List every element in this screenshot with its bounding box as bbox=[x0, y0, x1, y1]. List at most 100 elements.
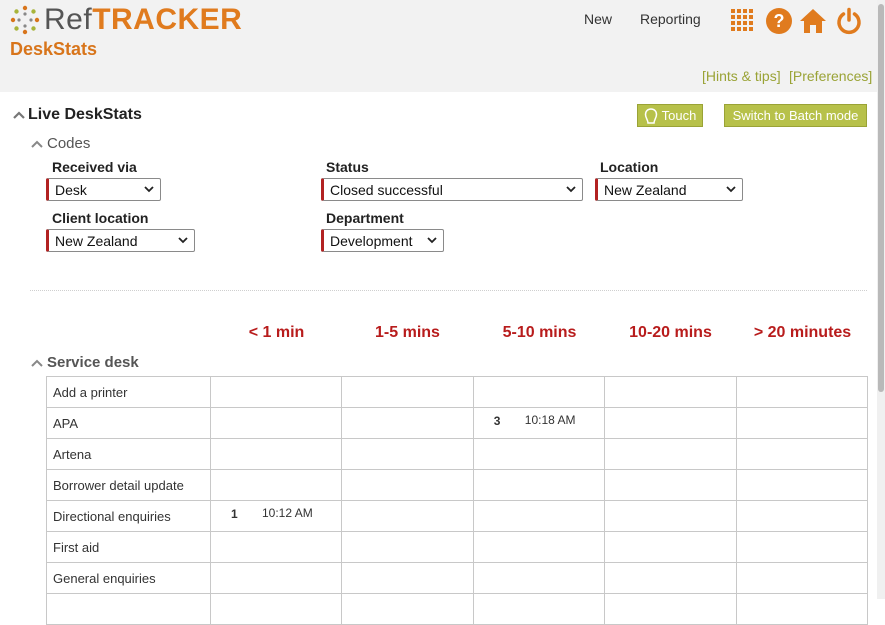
tally-cell[interactable]: 1 10:12 AM bbox=[209, 500, 343, 532]
preferences-link[interactable]: [Preferences] bbox=[789, 68, 872, 84]
service-desk-title: Service desk bbox=[47, 354, 139, 371]
tally-cell[interactable] bbox=[472, 469, 606, 501]
row-label: First aid bbox=[46, 531, 211, 563]
nav-new-link[interactable]: New bbox=[584, 11, 612, 27]
tally-cell[interactable] bbox=[735, 562, 868, 594]
status-label: Status bbox=[326, 159, 369, 175]
tally-cell[interactable] bbox=[735, 593, 868, 625]
tally-cell[interactable] bbox=[472, 562, 606, 594]
tally-cell[interactable] bbox=[341, 500, 474, 532]
chevron-down-icon bbox=[144, 186, 154, 193]
live-deskstats-heading[interactable]: Live DeskStats bbox=[12, 106, 142, 124]
time-header-gt20: > 20 minutes bbox=[753, 324, 852, 341]
tally-cell[interactable] bbox=[735, 500, 868, 532]
tally-cell[interactable] bbox=[341, 562, 474, 594]
tally-cell[interactable] bbox=[604, 593, 737, 625]
location-select[interactable]: New Zealand bbox=[595, 178, 743, 201]
tally-cell[interactable] bbox=[209, 593, 343, 625]
row-label: General enquiries bbox=[46, 562, 211, 594]
department-select[interactable]: Development bbox=[321, 229, 444, 252]
client-location-select[interactable]: New Zealand bbox=[46, 229, 195, 252]
logo-ref-text: Ref bbox=[44, 3, 93, 36]
chevron-down-icon bbox=[427, 237, 437, 244]
live-deskstats-title: Live DeskStats bbox=[28, 106, 142, 123]
received-via-value: Desk bbox=[55, 181, 87, 198]
table-row: APA 3 10:18 AM bbox=[46, 407, 868, 439]
tally-cell[interactable] bbox=[735, 469, 868, 501]
tally-cell[interactable] bbox=[209, 469, 343, 501]
chevron-up-icon bbox=[31, 140, 43, 148]
status-select[interactable]: Closed successful bbox=[321, 178, 583, 201]
tally-cell[interactable] bbox=[341, 407, 474, 439]
page-scrollbar[interactable] bbox=[877, 0, 885, 599]
table-row: Artena bbox=[46, 438, 868, 470]
app-header: RefTRACKER DeskStats New Reporting ? [Hi… bbox=[0, 0, 885, 92]
power-icon[interactable] bbox=[834, 6, 864, 36]
row-label bbox=[46, 593, 211, 625]
home-icon[interactable] bbox=[798, 6, 828, 36]
row-label: Artena bbox=[46, 438, 211, 470]
tally-cell[interactable] bbox=[735, 531, 868, 563]
table-row: Directional enquiries 1 10:12 AM bbox=[46, 500, 868, 532]
tally-cell[interactable] bbox=[209, 562, 343, 594]
tally-cell[interactable] bbox=[341, 469, 474, 501]
chevron-down-icon bbox=[566, 186, 576, 193]
codes-title: Codes bbox=[47, 135, 91, 152]
tally-cell[interactable] bbox=[604, 407, 737, 439]
received-via-select[interactable]: Desk bbox=[46, 178, 161, 201]
touch-button[interactable]: Touch bbox=[637, 104, 703, 127]
reftracker-logo[interactable]: RefTRACKER bbox=[10, 4, 242, 36]
tally-cell[interactable] bbox=[209, 438, 343, 470]
tally-time: 10:12 AM bbox=[262, 506, 313, 520]
tally-cell[interactable] bbox=[472, 500, 606, 532]
tally-cell[interactable] bbox=[604, 438, 737, 470]
department-label: Department bbox=[326, 210, 404, 226]
logo-dots-icon bbox=[10, 5, 40, 35]
department-value: Development bbox=[330, 232, 413, 249]
tally-cell[interactable] bbox=[209, 407, 343, 439]
tally-cell[interactable] bbox=[209, 376, 343, 408]
scrollbar-thumb[interactable] bbox=[878, 4, 884, 392]
tally-cell[interactable] bbox=[341, 376, 474, 408]
tally-cell[interactable] bbox=[604, 531, 737, 563]
status-value: Closed successful bbox=[330, 181, 443, 198]
tally-cell[interactable] bbox=[735, 407, 868, 439]
chevron-down-icon bbox=[178, 237, 188, 244]
tally-cell[interactable] bbox=[341, 593, 474, 625]
service-desk-heading[interactable]: Service desk bbox=[30, 354, 139, 371]
nav-reporting-link[interactable]: Reporting bbox=[640, 11, 701, 27]
tally-cell[interactable] bbox=[341, 438, 474, 470]
hints-tips-link[interactable]: [Hints & tips] bbox=[702, 68, 781, 84]
table-row: Borrower detail update bbox=[46, 469, 868, 501]
tally-time: 10:18 AM bbox=[524, 413, 576, 427]
help-icon[interactable]: ? bbox=[764, 6, 794, 36]
time-header-5-10: 5-10 mins bbox=[502, 324, 577, 341]
tally-cell[interactable] bbox=[341, 531, 474, 563]
row-label: Borrower detail update bbox=[46, 469, 211, 501]
tally-cell[interactable] bbox=[604, 469, 737, 501]
chevron-up-icon bbox=[13, 111, 25, 119]
table-row: First aid bbox=[46, 531, 868, 563]
tally-cell[interactable] bbox=[735, 438, 868, 470]
touch-label: Touch bbox=[661, 108, 697, 123]
tally-cell[interactable] bbox=[472, 531, 606, 563]
row-label: APA bbox=[46, 407, 211, 439]
tally-cell[interactable] bbox=[472, 593, 606, 625]
page-subtitle: DeskStats bbox=[10, 39, 98, 59]
row-label: Add a printer bbox=[46, 376, 211, 408]
apps-grid-icon[interactable] bbox=[728, 6, 758, 36]
tally-cell[interactable] bbox=[472, 376, 606, 408]
tally-cell[interactable] bbox=[604, 562, 737, 594]
tally-count: 1 bbox=[231, 507, 238, 521]
tally-count: 3 bbox=[493, 414, 501, 428]
tally-cell[interactable] bbox=[209, 531, 343, 563]
chevron-up-icon bbox=[31, 359, 43, 367]
tally-cell[interactable] bbox=[472, 438, 606, 470]
switch-batch-mode-button[interactable]: Switch to Batch mode bbox=[724, 104, 867, 127]
tally-cell[interactable] bbox=[604, 376, 737, 408]
tally-cell[interactable]: 3 10:18 AM bbox=[472, 407, 606, 439]
section-divider bbox=[30, 290, 867, 291]
tally-cell[interactable] bbox=[735, 376, 868, 408]
tally-cell[interactable] bbox=[604, 500, 737, 532]
codes-heading[interactable]: Codes bbox=[30, 135, 90, 152]
